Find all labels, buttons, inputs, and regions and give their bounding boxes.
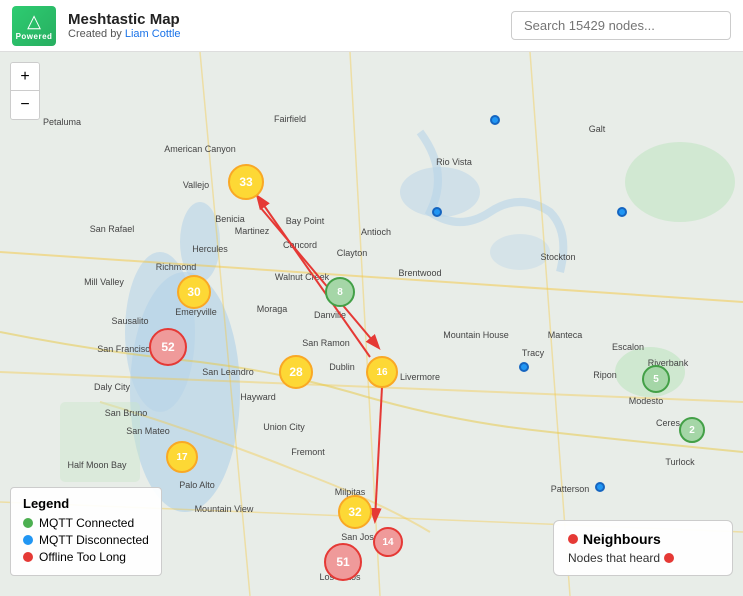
- legend: Legend MQTT Connected MQTT Disconnected Of…: [10, 487, 162, 576]
- node-cluster-c4[interactable]: 17: [166, 441, 198, 473]
- neighbours-subtitle: Nodes that heard: [568, 551, 718, 565]
- app-title: Meshtastic Map: [68, 11, 181, 28]
- map-container: + − 333052172881632145152 PetalumaFairfi…: [0, 52, 743, 596]
- node-cluster-c6[interactable]: 8: [325, 277, 355, 307]
- node-cluster-c3[interactable]: 52: [149, 328, 187, 366]
- legend-item-label: MQTT Disconnected: [39, 533, 149, 547]
- legend-color-dot: [23, 535, 33, 545]
- blue-dot-b5[interactable]: [595, 482, 605, 492]
- legend-item-label: Offline Too Long: [39, 550, 126, 564]
- node-cluster-c7[interactable]: 16: [366, 356, 398, 388]
- neighbours-subtitle-text: Nodes that heard: [568, 551, 660, 565]
- zoom-in-button[interactable]: +: [11, 63, 39, 91]
- subtitle: Created by Liam Cottle: [68, 28, 181, 40]
- node-cluster-c1[interactable]: 33: [228, 164, 264, 200]
- zoom-out-button[interactable]: −: [11, 91, 39, 119]
- legend-item: Offline Too Long: [23, 550, 149, 564]
- node-cluster-c8[interactable]: 32: [338, 495, 372, 529]
- neighbours-icon: [568, 534, 578, 544]
- node-cluster-c12[interactable]: 2: [679, 417, 705, 443]
- legend-items: MQTT Connected MQTT Disconnected Offline T…: [23, 516, 149, 564]
- powered-label: Powered: [16, 32, 53, 41]
- node-cluster-c11[interactable]: 5: [642, 365, 670, 393]
- zoom-controls: + −: [10, 62, 40, 120]
- legend-title: Legend: [23, 496, 149, 511]
- node-cluster-c2[interactable]: 30: [177, 275, 211, 309]
- legend-color-dot: [23, 552, 33, 562]
- neighbours-subtitle-icon: [664, 553, 674, 563]
- header: △ Powered Meshtastic Map Created by Liam…: [0, 0, 743, 52]
- search-input[interactable]: [511, 11, 731, 40]
- node-cluster-c5[interactable]: 28: [279, 355, 313, 389]
- node-cluster-c9[interactable]: 14: [373, 527, 403, 557]
- blue-dot-b1[interactable]: [490, 115, 500, 125]
- node-cluster-c10[interactable]: 51: [324, 543, 362, 581]
- blue-dot-b3[interactable]: [617, 207, 627, 217]
- neighbours-title-text: Neighbours: [583, 531, 661, 547]
- neighbours-title: Neighbours: [568, 531, 718, 547]
- neighbours-popup: Neighbours Nodes that heard: [553, 520, 733, 576]
- subtitle-prefix: Created by: [68, 28, 125, 40]
- logo-icon: △: [27, 11, 41, 32]
- blue-dot-b2[interactable]: [432, 207, 442, 217]
- author-link[interactable]: Liam Cottle: [125, 28, 181, 40]
- blue-dot-b4[interactable]: [519, 362, 529, 372]
- legend-item-label: MQTT Connected: [39, 516, 134, 530]
- legend-color-dot: [23, 518, 33, 528]
- title-section: Meshtastic Map Created by Liam Cottle: [68, 11, 181, 40]
- logo-box: △ Powered: [12, 6, 56, 46]
- legend-item: MQTT Connected: [23, 516, 149, 530]
- legend-item: MQTT Disconnected: [23, 533, 149, 547]
